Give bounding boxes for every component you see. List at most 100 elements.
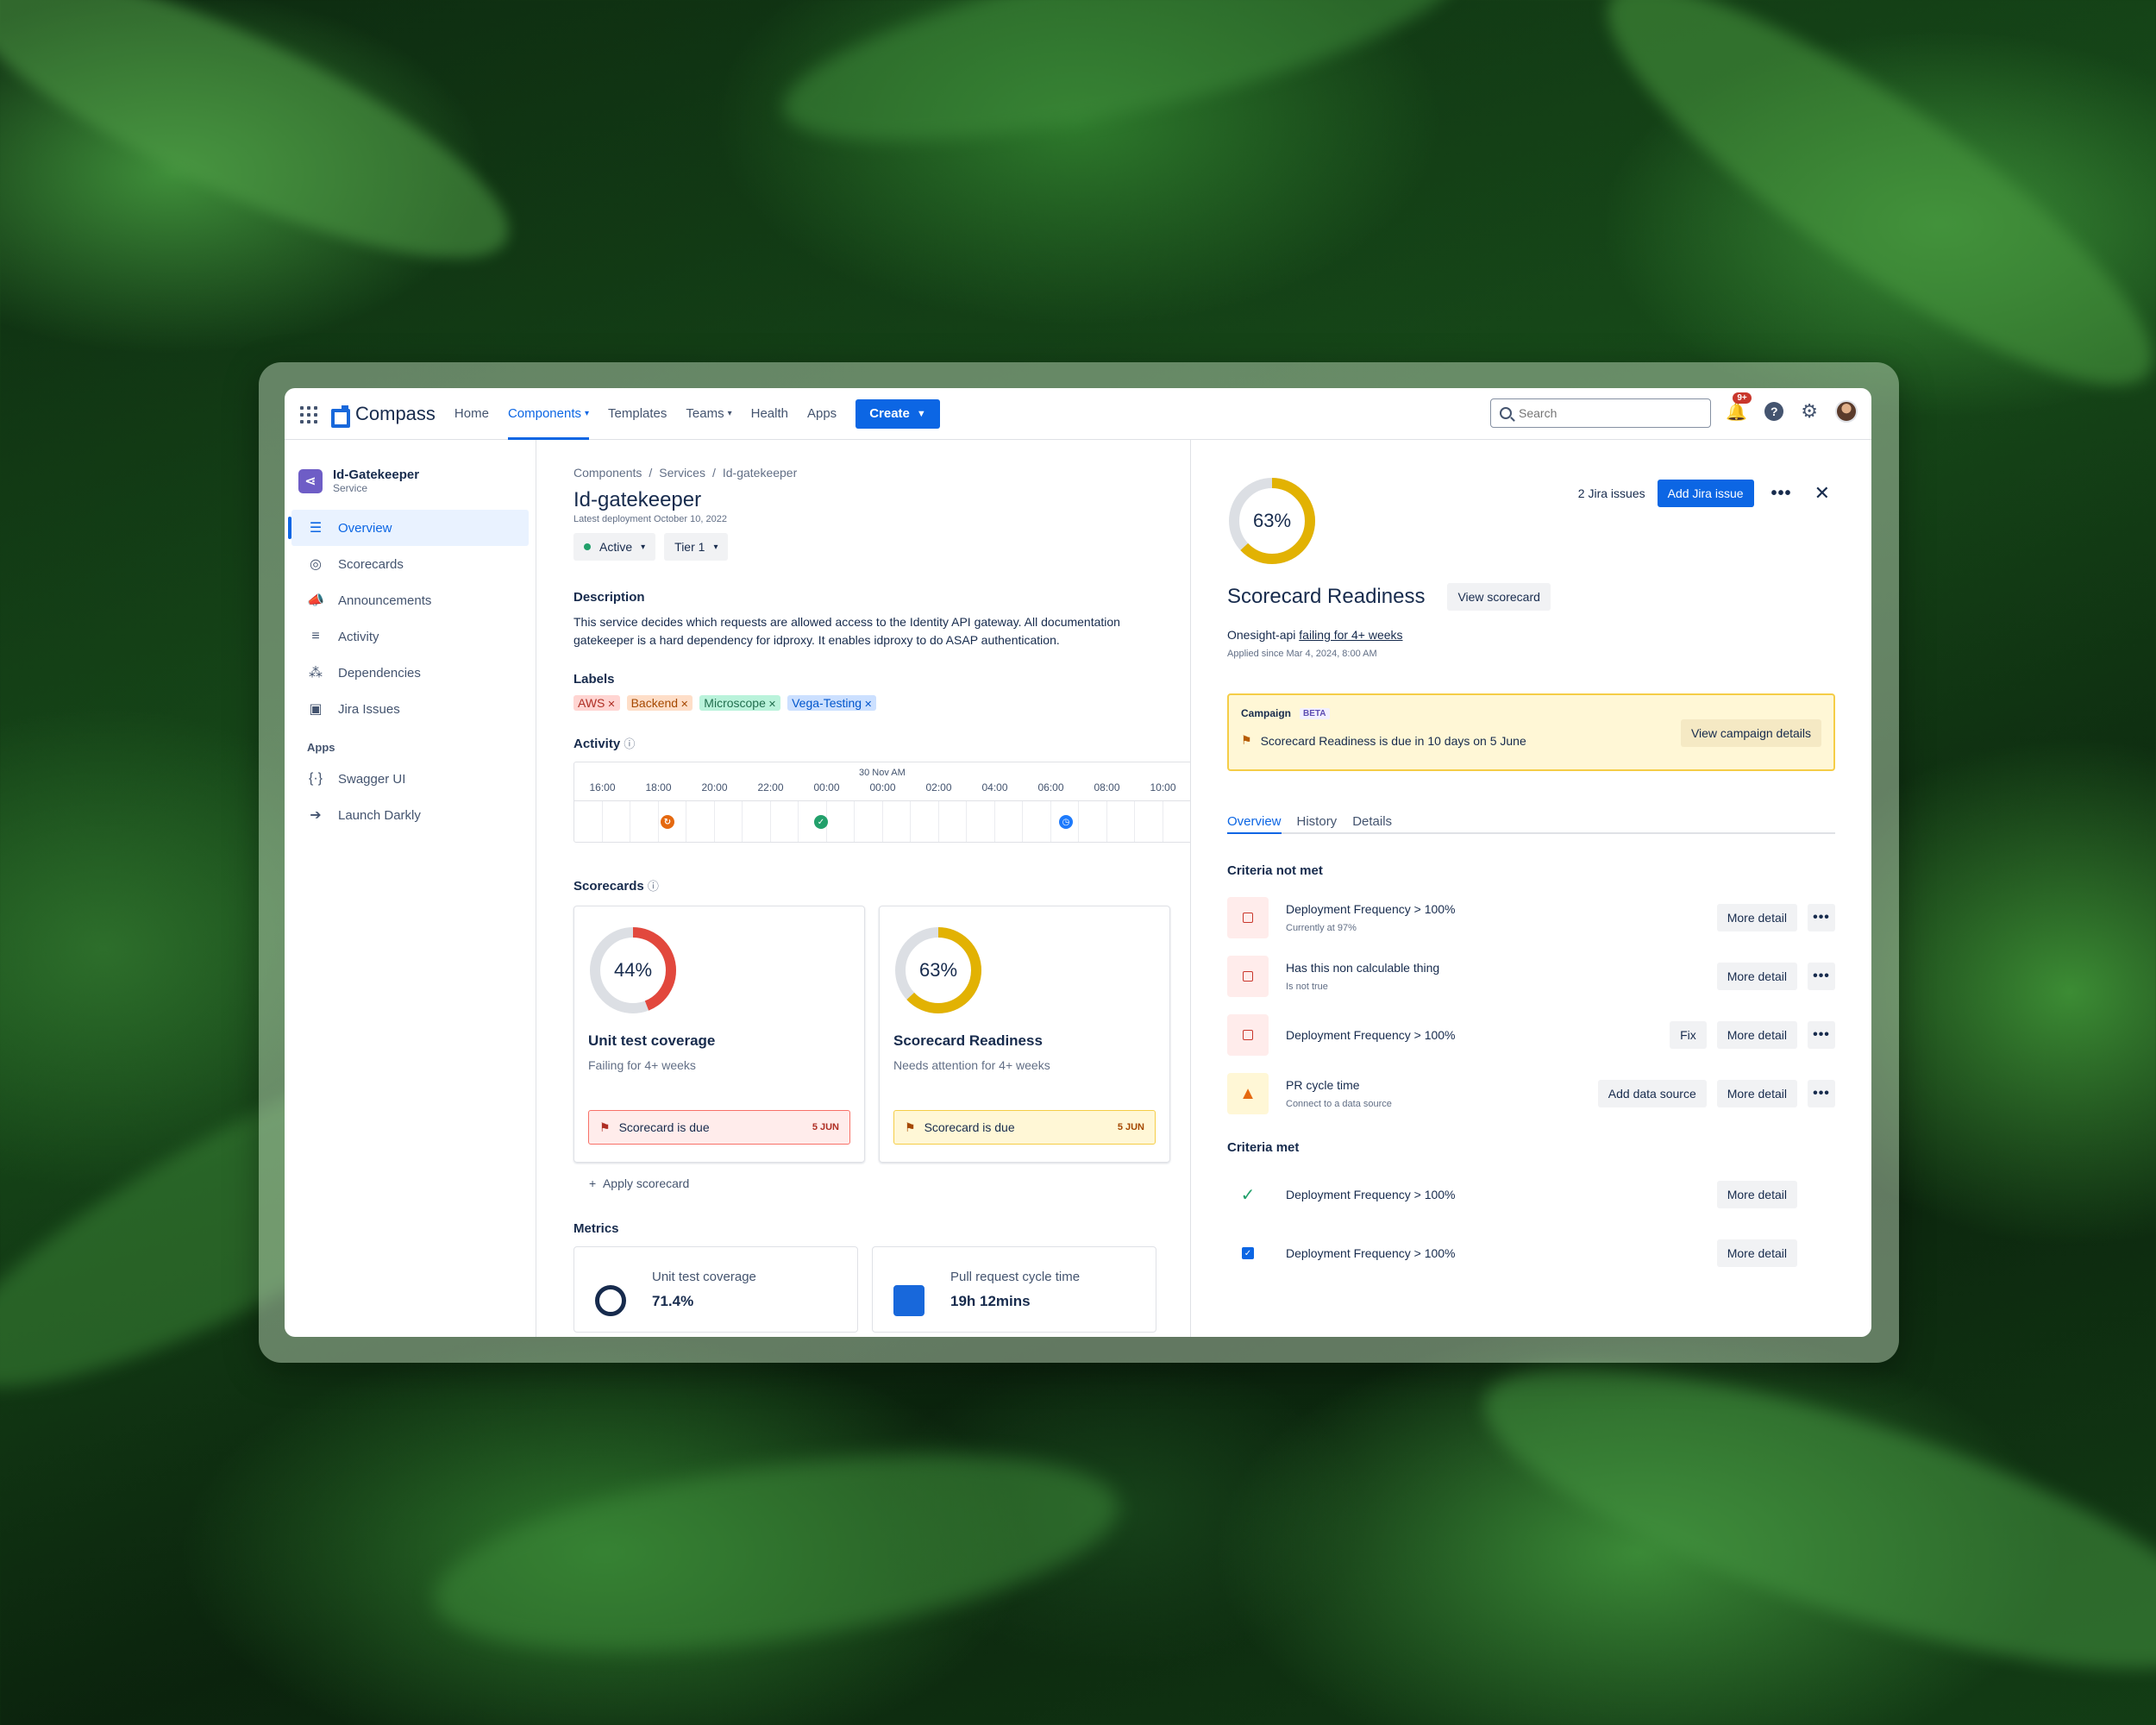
activity-tick: 18:00 [645,781,672,794]
deployment-event-icon[interactable]: ↻ [661,815,674,829]
nav-templates[interactable]: Templates [608,388,667,440]
scorecard-card[interactable]: 44% Unit test coverage Failing for 4+ we… [573,906,865,1163]
nav-apps[interactable]: Apps [807,388,837,440]
sidebar-item-activity[interactable]: ≡ Activity [291,618,529,655]
apply-scorecard-button[interactable]: + Apply scorecard [573,1176,1190,1190]
add-jira-issue-button[interactable]: Add Jira issue [1657,480,1754,507]
metric-card[interactable]: Unit test coverage 71.4% [573,1246,858,1333]
more-options-icon[interactable]: ••• [1808,963,1835,990]
launchdarkly-icon: ➔ [310,808,322,823]
search-box[interactable] [1490,398,1711,428]
sidebar-item-overview[interactable]: ☰ Overview [288,510,529,546]
component-status: Onesight-api failing for 4+ weeks [1227,628,1835,642]
nav-home[interactable]: Home [454,388,489,440]
sidebar-item-announcements[interactable]: 📣 Announcements [291,582,529,618]
panel-tabs: Overview History Details [1227,814,1835,834]
notifications-bell-icon[interactable]: 🔔 9+ [1726,392,1752,423]
sidebar-item-scorecards[interactable]: ◎ Scorecards [291,546,529,582]
activity-timeline[interactable]: 30 Nov AM 16:00 18:00 20:00 22:00 00:00 00:00… [573,762,1190,843]
close-icon[interactable]: ✕ [1809,482,1835,505]
remove-label-icon[interactable]: ✕ [768,699,776,710]
nav-label: Components [507,406,581,421]
nav-teams[interactable]: Teams ▾ [686,388,731,440]
label-tag[interactable]: Backend ✕ [626,695,693,711]
nav-health[interactable]: Health [751,388,788,440]
active-dot-icon [584,543,591,550]
app-switcher-icon[interactable] [298,405,317,423]
sidebar-item-label: Scorecards [338,556,404,572]
more-detail-button[interactable]: More detail [1716,1021,1797,1049]
scorecard-card[interactable]: 63% Scorecard Readiness Needs attention … [879,906,1170,1163]
failing-link[interactable]: failing for 4+ weeks [1299,628,1402,642]
metrics-heading: Metrics [573,1221,619,1236]
label-tag[interactable]: Vega-Testing ✕ [787,695,877,711]
scorecard-due-banner[interactable]: ⚑ Scorecard is due 5 JUN [588,1110,850,1145]
tab-history[interactable]: History [1297,814,1338,829]
sidebar-item-label: Activity [338,629,379,644]
sidebar-item-swagger-ui[interactable]: {·} Swagger UI [291,761,529,797]
scorecard-due-banner[interactable]: ⚑ Scorecard is due 5 JUN [893,1110,1156,1145]
jira-issue-count[interactable]: 2 Jira issues [1578,486,1645,500]
clock-event-icon[interactable]: ◷ [1059,815,1073,829]
create-button[interactable]: Create ▼ [856,398,940,429]
compass-logo[interactable]: Compass [331,403,436,428]
metric-card[interactable]: Pull request cycle time 19h 12mins [872,1246,1156,1333]
more-detail-button[interactable]: More detail [1716,963,1797,990]
more-detail-button[interactable]: More detail [1716,1239,1797,1267]
remove-label-icon[interactable]: ✕ [680,699,688,710]
check-icon: ✓ [1240,1185,1256,1205]
more-detail-button[interactable]: More detail [1716,1080,1797,1107]
more-options-icon[interactable]: ••• [1808,904,1835,932]
sidebar-item-launch-darkly[interactable]: ➔ Launch Darkly [291,797,529,833]
tab-overview[interactable]: Overview [1227,814,1282,834]
campaign-banner: Campaign BETA ⚑ Scorecard Readiness is due… [1227,693,1835,771]
activity-grid-cell [715,801,743,842]
service-header[interactable]: ⋖ Id-Gatekeeper Service [291,467,529,494]
more-options-icon[interactable]: ••• [1808,1080,1835,1107]
label-tag[interactable]: Microscope ✕ [699,695,781,711]
metric-label: Unit test coverage [652,1270,756,1284]
remove-label-icon[interactable]: ✕ [864,699,872,710]
fix-button[interactable]: Fix [1670,1021,1707,1049]
nav-label: Templates [608,406,667,421]
activity-grid-cell [939,801,967,842]
tab-details[interactable]: Details [1352,814,1392,829]
description-text: This service decides which requests are … [573,613,1190,649]
more-detail-button[interactable]: More detail [1716,904,1797,932]
sidebar-item-jira-issues[interactable]: ▣ Jira Issues [291,691,529,727]
info-icon[interactable]: ⓘ [624,737,635,750]
info-icon[interactable]: ⓘ [648,880,659,893]
help-icon[interactable]: ? [1764,402,1784,421]
add-data-source-button[interactable]: Add data source [1597,1080,1707,1107]
criterion-actions: More detail [1716,1181,1797,1208]
nav-label: Apps [806,406,837,421]
nav-components[interactable]: Components ▾ [507,388,590,440]
label-tag[interactable]: AWS ✕ [573,695,620,711]
success-event-icon[interactable]: ✓ [814,815,828,829]
activity-grid-cell [883,801,911,842]
status-dropdown[interactable]: Active ▾ [573,533,656,561]
breadcrumb-current[interactable]: Id-gatekeeper [723,466,797,480]
sidebar-item-dependencies[interactable]: ⁂ Dependencies [291,655,529,691]
user-avatar[interactable] [1835,400,1858,423]
more-options-icon[interactable]: ••• [1766,484,1797,504]
view-campaign-details-button[interactable]: View campaign details [1680,719,1821,747]
chevron-down-icon: ▼ [916,408,926,419]
view-scorecard-button[interactable]: View scorecard [1447,583,1551,611]
sidebar: ⋖ Id-Gatekeeper Service ☰ Overview ◎ Score… [285,440,536,1337]
search-input[interactable] [1519,406,1691,420]
flag-icon: ⚑ [599,1120,611,1134]
chevron-down-icon: ▾ [713,542,718,552]
breadcrumb-components[interactable]: Components [573,466,642,480]
more-detail-button[interactable]: More detail [1716,1181,1797,1208]
breadcrumb-services[interactable]: Services [659,466,705,480]
more-options-icon[interactable]: ••• [1808,1021,1835,1049]
flag-icon: ⚑ [1241,733,1252,747]
remove-label-icon[interactable]: ✕ [607,699,615,710]
settings-gear-icon[interactable]: ⚙ [1801,400,1818,423]
scorecards-heading: Scorecards ⓘ [573,877,1190,894]
tier-dropdown[interactable]: Tier 1 ▾ [664,533,729,561]
jira-icon: ▣ [309,702,323,717]
plus-icon: + [589,1176,597,1190]
activity-tick: 00:00 [813,781,840,794]
